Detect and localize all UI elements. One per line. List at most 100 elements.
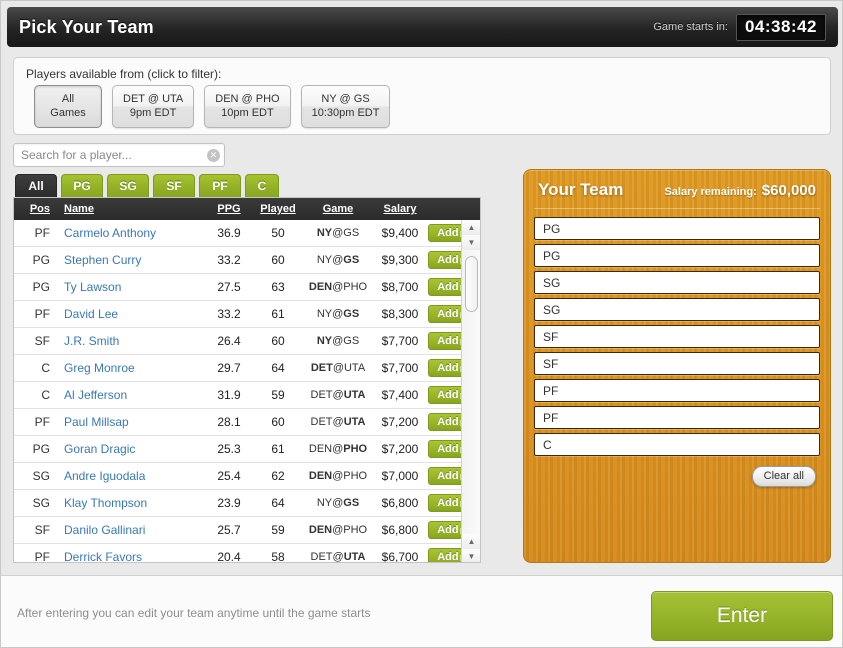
player-ppg: 31.9 — [217, 388, 241, 402]
table-row[interactable]: PGTy Lawson27.563DEN@PHO$8,700Add▶ — [14, 274, 480, 301]
game-filter-button-3[interactable]: NY @ GS 10:30pm EDT — [300, 85, 391, 128]
roster-slot-sg-3[interactable]: SG — [534, 298, 820, 321]
player-game: NY@GS — [316, 497, 360, 509]
player-salary: $6,700 — [381, 550, 419, 563]
roster-slot-pf-6[interactable]: PF — [534, 379, 820, 402]
game-filter-button-0[interactable]: All Games — [34, 85, 102, 128]
timer-value: 04:38:42 — [735, 13, 826, 41]
table-row[interactable]: PGGoran Dragic25.361DEN@PHO$7,200Add▶ — [14, 436, 480, 463]
column-header-name[interactable]: Name — [56, 203, 206, 215]
table-row[interactable]: PFPaul Millsap28.160DET@UTA$7,200Add▶ — [14, 409, 480, 436]
search-input[interactable] — [21, 148, 207, 162]
player-ppg: 20.4 — [217, 550, 241, 563]
your-team-panel: Your Team Salary remaining: $60,000 PG PG… — [523, 169, 831, 563]
position-tab-c[interactable]: C — [245, 174, 279, 197]
player-played: 60 — [271, 334, 285, 348]
player-name[interactable]: Goran Dragic — [56, 442, 206, 456]
player-name[interactable]: Klay Thompson — [56, 496, 206, 510]
table-row[interactable]: SGAndre Iguodala25.462DEN@PHO$7,000Add▶ — [14, 463, 480, 490]
game-filter-time: Games — [50, 107, 86, 119]
roster-slot-sg-2[interactable]: SG — [534, 271, 820, 294]
player-position: PF — [34, 550, 50, 563]
player-name[interactable]: Greg Monroe — [56, 361, 206, 375]
player-game: DET@UTA — [310, 551, 366, 563]
player-name[interactable]: Al Jefferson — [56, 388, 206, 402]
position-tab-pg[interactable]: PG — [61, 174, 103, 197]
player-name[interactable]: Derrick Favors — [56, 550, 206, 562]
games-filter-buttons: All Games DET @ UTA 9pm EDT DEN @ PHO 10pm ED… — [34, 85, 391, 128]
roster-slot-sf-5[interactable]: SF — [534, 352, 820, 375]
table-row[interactable]: CAl Jefferson31.959DET@UTA$7,400Add▶ — [14, 382, 480, 409]
table-row[interactable]: PGStephen Curry33.260NY@GS$9,300Add▶ — [14, 247, 480, 274]
scroll-down-arrow-icon[interactable]: ▼ — [462, 235, 480, 250]
table-row[interactable]: SGKlay Thompson23.964NY@GS$6,800Add▶ — [14, 490, 480, 517]
roster-slot-pf-7[interactable]: PF — [534, 406, 820, 429]
page-title: Pick Your Team — [19, 16, 154, 37]
table-row[interactable]: PFDavid Lee33.261NY@GS$8,300Add▶ — [14, 301, 480, 328]
scroll-down-arrow-bottom-icon[interactable]: ▼ — [462, 549, 480, 562]
player-played: 59 — [271, 388, 285, 402]
player-salary: $7,200 — [381, 415, 419, 429]
scroll-up-arrow-bottom-icon[interactable]: ▲ — [462, 534, 480, 549]
player-game: DEN@PHO — [308, 524, 368, 536]
player-played: 63 — [271, 280, 285, 294]
player-ppg: 33.2 — [217, 253, 241, 267]
player-name[interactable]: Danilo Gallinari — [56, 523, 206, 537]
player-game: NY@GS — [316, 254, 360, 266]
game-filter-time: 10:30pm EDT — [311, 107, 380, 119]
player-name[interactable]: Paul Millsap — [56, 415, 206, 429]
add-button-label: Add — [437, 551, 459, 563]
add-button-label: Add — [437, 416, 459, 428]
player-salary: $6,800 — [381, 523, 419, 537]
game-filter-button-2[interactable]: DEN @ PHO 10pm EDT — [204, 85, 291, 128]
player-position: SF — [34, 334, 50, 348]
player-game: DEN@PHO — [308, 443, 368, 455]
player-ppg: 33.2 — [217, 307, 241, 321]
roster-slot-pg-0[interactable]: PG — [534, 217, 820, 240]
game-filter-time: 10pm EDT — [221, 107, 274, 119]
scroll-up-arrow-icon[interactable]: ▲ — [462, 220, 480, 235]
game-filter-matchup: NY @ GS — [321, 93, 370, 105]
column-header-game[interactable]: Game — [304, 203, 372, 215]
player-name[interactable]: Andre Iguodala — [56, 469, 206, 483]
table-row[interactable]: SF Danilo Gallinari 25.7 59 DEN@PHO $6,800 Add… — [14, 517, 480, 544]
position-tab-pf[interactable]: PF — [199, 174, 241, 197]
clear-all-button[interactable]: Clear all — [751, 466, 816, 487]
column-header-played[interactable]: Played — [252, 203, 304, 215]
clear-all-row: Clear all — [534, 460, 820, 487]
player-position: PF — [34, 415, 50, 429]
player-name[interactable]: Stephen Curry — [56, 253, 206, 267]
salary-remaining: Salary remaining: $60,000 — [664, 182, 816, 199]
player-name[interactable]: David Lee — [56, 307, 206, 321]
column-header-ppg[interactable]: PPG — [206, 203, 252, 215]
player-ppg: 25.4 — [217, 469, 241, 483]
timer-label: Game starts in: — [653, 21, 728, 33]
table-row[interactable]: CGreg Monroe29.764DET@UTA$7,700Add▶ — [14, 355, 480, 382]
countdown-timer: Game starts in: 04:38:42 — [653, 13, 826, 41]
clear-icon[interactable]: ✕ — [207, 148, 220, 162]
player-name[interactable]: Ty Lawson — [56, 280, 206, 294]
table-row[interactable]: SFJ.R. Smith26.460NY@GS$7,700Add▶ — [14, 328, 480, 355]
table-header-row: Pos Name PPG Played Game Salary — [14, 198, 480, 220]
roster-slots: PG PG SG SG SF SF PF PF C — [534, 217, 820, 456]
player-name[interactable]: Carmelo Anthony — [56, 226, 206, 240]
table-row[interactable]: PFCarmelo Anthony36.950NY@GS$9,400Add▶ — [14, 220, 480, 247]
roster-slot-pg-1[interactable]: PG — [534, 244, 820, 267]
position-tab-sg[interactable]: SG — [107, 174, 149, 197]
column-header-salary[interactable]: Salary — [372, 203, 428, 215]
player-position: PF — [34, 307, 50, 321]
roster-slot-sf-4[interactable]: SF — [534, 325, 820, 348]
position-tab-all[interactable]: All — [15, 174, 57, 197]
game-filter-button-1[interactable]: DET @ UTA 9pm EDT — [112, 85, 195, 128]
table-row[interactable]: PFDerrick Favors20.458DET@UTA$6,700Add▶ — [14, 544, 480, 563]
enter-button[interactable]: Enter — [651, 591, 833, 641]
list-scrollbar[interactable]: ▲ ▼ ▲ ▼ — [461, 220, 480, 562]
position-tab-sf[interactable]: SF — [153, 174, 195, 197]
player-name[interactable]: J.R. Smith — [56, 334, 206, 348]
search-box[interactable]: ✕ — [13, 143, 225, 167]
salary-label: Salary remaining: — [664, 186, 757, 198]
scrollbar-thumb[interactable] — [465, 256, 478, 312]
roster-slot-c-8[interactable]: C — [534, 433, 820, 456]
column-header-pos[interactable]: Pos — [14, 203, 56, 215]
player-played: 50 — [271, 226, 285, 240]
